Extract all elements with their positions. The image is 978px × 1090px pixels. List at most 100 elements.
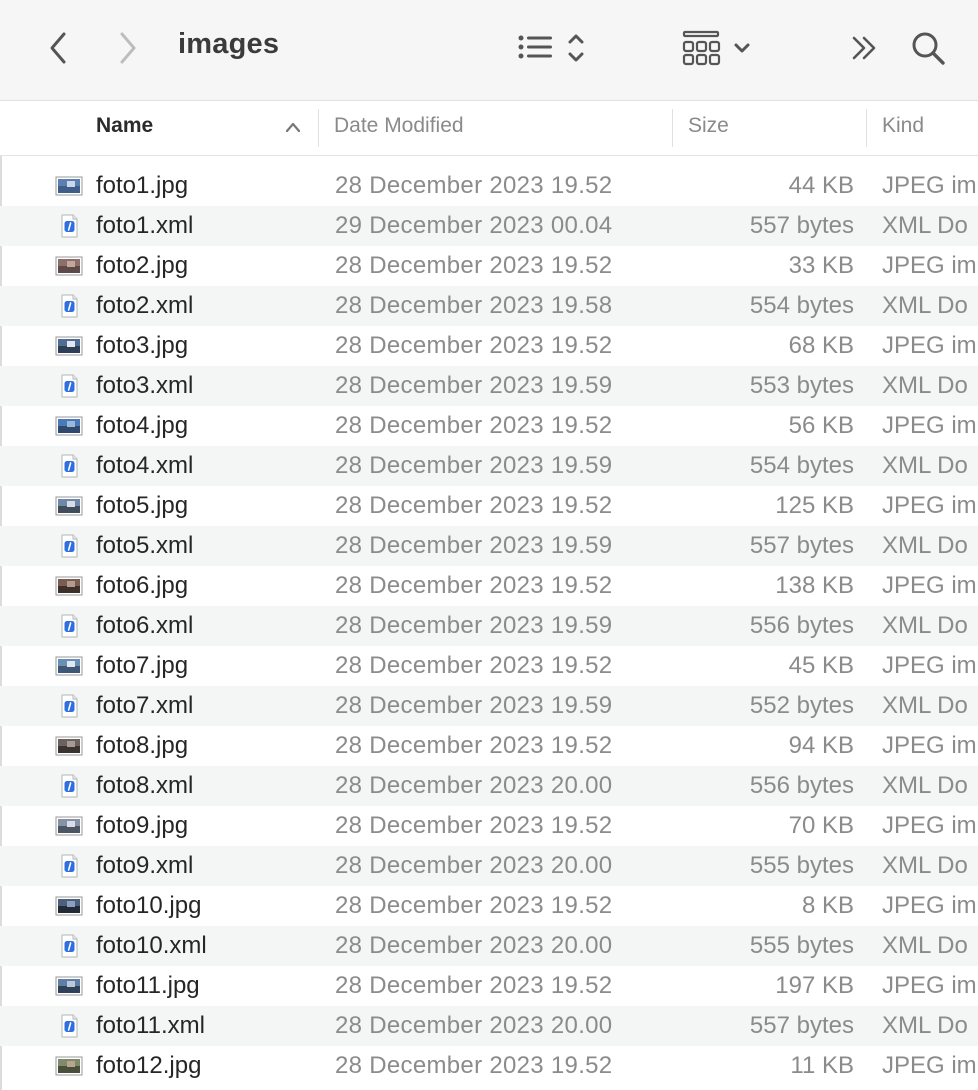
- file-row[interactable]: foto9.jpg 28 December 2023 19.52 70 KB JPEG…: [0, 806, 978, 846]
- view-options-button[interactable]: [512, 28, 592, 68]
- file-row[interactable]: foto2.xml 28 December 2023 19.58 554 bytes…: [0, 286, 978, 326]
- chevron-left-icon: [50, 32, 66, 64]
- file-name: foto1.xml: [96, 212, 194, 239]
- xml-document-icon: [61, 294, 78, 318]
- file-kind: XML Do: [882, 612, 968, 639]
- sort-ascending-icon[interactable]: [284, 120, 302, 134]
- file-row[interactable]: foto7.xml 28 December 2023 19.59 552 bytes…: [0, 686, 978, 726]
- image-file-icon: [55, 816, 83, 836]
- xml-document-icon: [61, 454, 78, 478]
- file-row[interactable]: foto7.jpg 28 December 2023 19.52 45 KB JPEG…: [0, 646, 978, 686]
- file-size: 11 KB: [790, 1052, 854, 1079]
- file-date-modified: 28 December 2023 19.52: [335, 732, 613, 759]
- xml-document-icon: [61, 1014, 78, 1038]
- column-header: Name Date Modified Size Kind: [0, 101, 978, 156]
- file-row[interactable]: foto3.jpg 28 December 2023 19.52 68 KB JPEG…: [0, 326, 978, 366]
- file-kind: JPEG im: [882, 972, 977, 999]
- file-row[interactable]: foto6.xml 28 December 2023 19.59 556 bytes…: [0, 606, 978, 646]
- more-toolbar-button[interactable]: [846, 30, 882, 66]
- image-file-icon: [55, 256, 83, 276]
- file-size: 556 bytes: [749, 612, 854, 639]
- file-kind: JPEG im: [882, 332, 977, 359]
- image-file-icon: [55, 416, 83, 436]
- file-date-modified: 28 December 2023 19.59: [335, 452, 613, 479]
- file-row[interactable]: foto6.jpg 28 December 2023 19.52 138 KB JPE…: [0, 566, 978, 606]
- image-file-icon: [55, 576, 83, 596]
- file-row[interactable]: foto12.jpg 28 December 2023 19.52 11 KB JPE…: [0, 1046, 978, 1086]
- file-size: 554 bytes: [749, 452, 854, 479]
- file-row[interactable]: foto9.xml 28 December 2023 20.00 555 bytes…: [0, 846, 978, 886]
- file-row[interactable]: foto4.xml 28 December 2023 19.59 554 bytes…: [0, 446, 978, 486]
- back-button[interactable]: [40, 28, 76, 68]
- file-kind: XML Do: [882, 852, 968, 879]
- file-name: foto3.jpg: [96, 332, 189, 359]
- column-date-header[interactable]: Date Modified: [334, 114, 464, 138]
- file-size: 555 bytes: [749, 852, 854, 879]
- file-row[interactable]: foto10.xml 28 December 2023 20.00 555 byte…: [0, 926, 978, 966]
- file-kind: JPEG im: [882, 812, 977, 839]
- file-size: 33 KB: [788, 252, 854, 279]
- column-divider[interactable]: [672, 109, 673, 147]
- file-row[interactable]: foto1.jpg 28 December 2023 19.52 44 KB JPEG…: [0, 166, 978, 206]
- file-name: foto5.xml: [96, 532, 194, 559]
- file-row[interactable]: foto4.jpg 28 December 2023 19.52 56 KB JPEG…: [0, 406, 978, 446]
- file-kind: XML Do: [882, 212, 968, 239]
- file-name: foto11.xml: [96, 1012, 205, 1039]
- file-date-modified: 28 December 2023 19.58: [335, 292, 613, 319]
- file-size: 94 KB: [788, 732, 854, 759]
- column-divider[interactable]: [318, 109, 319, 147]
- file-row[interactable]: foto2.jpg 28 December 2023 19.52 33 KB JPEG…: [0, 246, 978, 286]
- file-size: 554 bytes: [749, 292, 854, 319]
- file-kind: XML Do: [882, 932, 968, 959]
- column-kind-header[interactable]: Kind: [882, 114, 924, 138]
- file-date-modified: 28 December 2023 19.52: [335, 172, 613, 199]
- file-date-modified: 28 December 2023 20.00: [335, 772, 613, 799]
- file-size: 125 KB: [775, 492, 854, 519]
- file-name: foto12.jpg: [96, 1052, 202, 1079]
- file-name: foto10.jpg: [96, 892, 202, 919]
- file-name: foto9.xml: [96, 852, 194, 879]
- column-divider[interactable]: [866, 109, 867, 147]
- file-size: 138 KB: [775, 572, 854, 599]
- file-size: 197 KB: [775, 972, 854, 999]
- file-row[interactable]: foto11.xml 28 December 2023 20.00 557 byte…: [0, 1006, 978, 1046]
- column-name-header[interactable]: Name: [96, 114, 153, 138]
- file-name: foto10.xml: [96, 932, 207, 959]
- xml-document-icon: [61, 934, 78, 958]
- file-row[interactable]: foto11.jpg 28 December 2023 19.52 197 KB JP…: [0, 966, 978, 1006]
- double-chevron-right-icon: [852, 36, 876, 60]
- file-name: foto4.xml: [96, 452, 194, 479]
- file-kind: XML Do: [882, 372, 968, 399]
- xml-document-icon: [61, 854, 78, 878]
- file-date-modified: 28 December 2023 19.59: [335, 692, 613, 719]
- file-row[interactable]: foto8.xml 28 December 2023 20.00 556 bytes…: [0, 766, 978, 806]
- file-date-modified: 28 December 2023 19.52: [335, 972, 613, 999]
- file-date-modified: 28 December 2023 20.00: [335, 852, 613, 879]
- search-button[interactable]: [906, 26, 950, 70]
- group-button[interactable]: [680, 26, 760, 70]
- file-row[interactable]: foto5.xml 28 December 2023 19.59 557 bytes…: [0, 526, 978, 566]
- file-row[interactable]: foto5.jpg 28 December 2023 19.52 125 KB JPE…: [0, 486, 978, 526]
- xml-document-icon: [61, 614, 78, 638]
- file-size: 45 KB: [788, 652, 854, 679]
- file-row[interactable]: foto3.xml 28 December 2023 19.59 553 bytes…: [0, 366, 978, 406]
- file-name: foto11.jpg: [96, 972, 200, 999]
- file-row[interactable]: foto1.xml 29 December 2023 00.04 557 bytes…: [0, 206, 978, 246]
- file-date-modified: 28 December 2023 19.52: [335, 1052, 613, 1079]
- file-row[interactable]: foto10.jpg 28 December 2023 19.52 8 KB JPEG…: [0, 886, 978, 926]
- column-size-header[interactable]: Size: [688, 114, 729, 138]
- file-kind: JPEG im: [882, 732, 977, 759]
- file-list: foto1.jpg 28 December 2023 19.52 44 KB JPEG…: [0, 166, 978, 1086]
- file-row[interactable]: foto8.jpg 28 December 2023 19.52 94 KB JPEG…: [0, 726, 978, 766]
- file-date-modified: 28 December 2023 19.52: [335, 412, 613, 439]
- file-date-modified: 28 December 2023 19.52: [335, 812, 613, 839]
- file-size: 8 KB: [801, 892, 854, 919]
- file-date-modified: 28 December 2023 20.00: [335, 932, 613, 959]
- file-kind: JPEG im: [882, 892, 977, 919]
- image-file-icon: [55, 496, 83, 516]
- image-file-icon: [55, 336, 83, 356]
- forward-button[interactable]: [110, 28, 146, 68]
- image-file-icon: [55, 1056, 83, 1076]
- grid-group-icon: [682, 30, 750, 66]
- file-date-modified: 28 December 2023 19.52: [335, 892, 613, 919]
